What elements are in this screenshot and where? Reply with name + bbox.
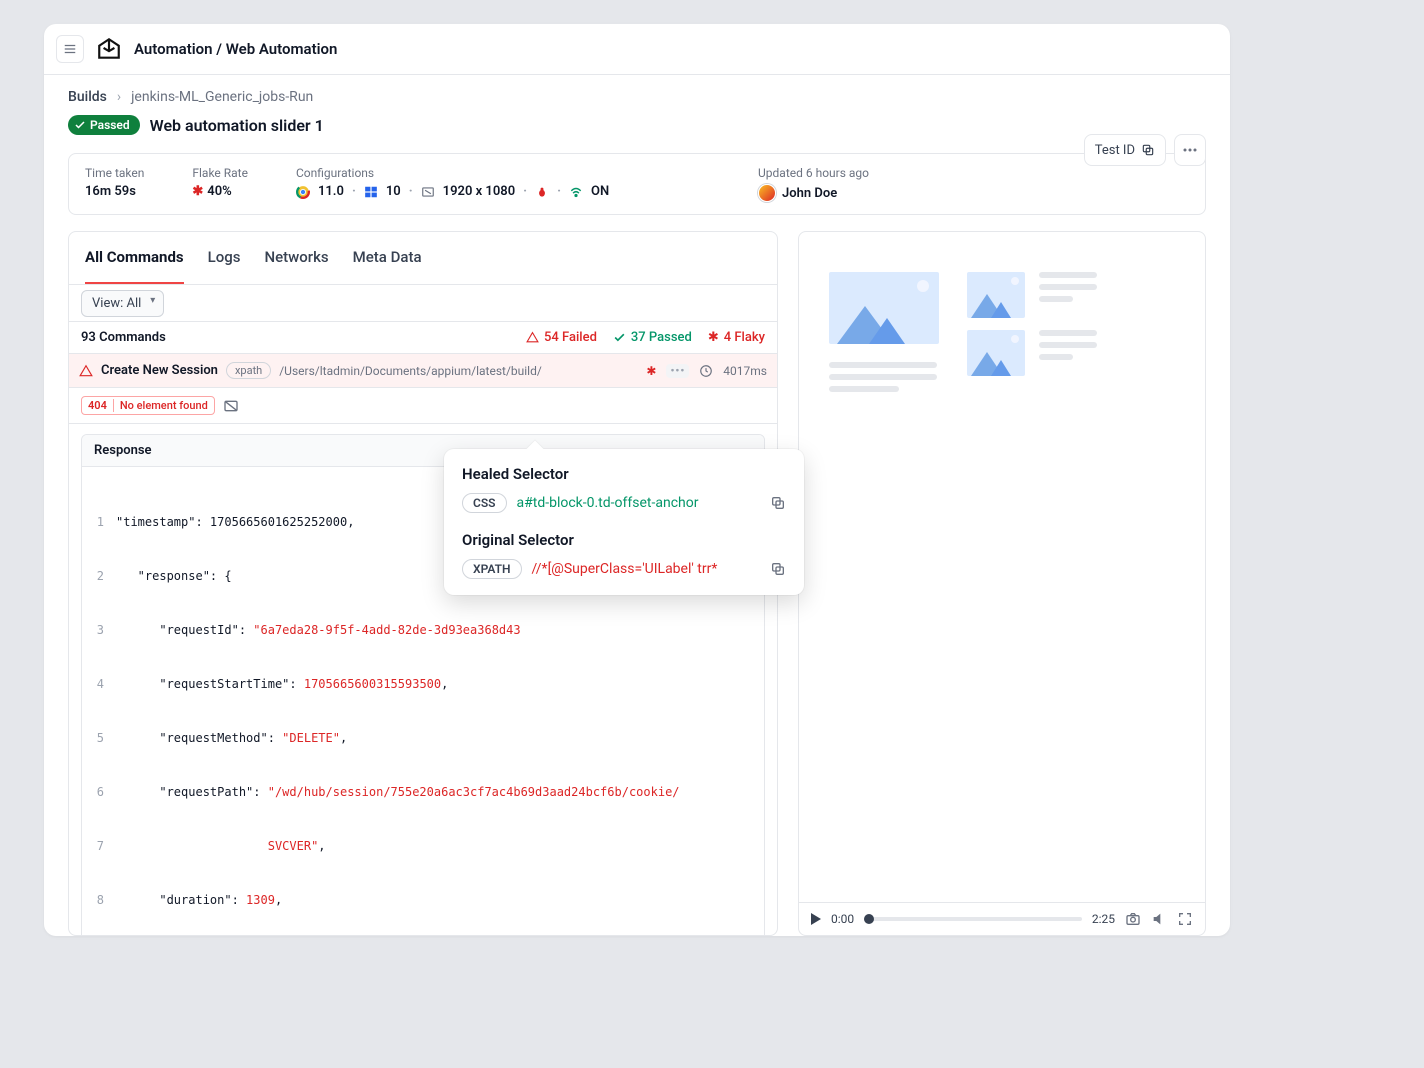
flake-rate-value: 40% xyxy=(207,184,231,199)
breadcrumb: Builds › jenkins-ML_Generic_jobs-Run xyxy=(68,89,1206,105)
header-title: Automation / Web Automation xyxy=(134,40,337,58)
selector-popover: Healed Selector CSS a#td-block-0.td-offs… xyxy=(444,449,804,595)
camera-icon[interactable] xyxy=(1125,911,1141,927)
hamburger-menu-button[interactable] xyxy=(56,35,84,63)
tabs: All Commands Logs Networks Meta Data xyxy=(69,232,777,285)
row-menu-button[interactable]: ••• xyxy=(666,364,689,378)
snowflake-icon: ✱ xyxy=(192,184,203,199)
resolution-value: 1920 x 1080 xyxy=(443,184,515,199)
healed-selector-type: CSS xyxy=(462,493,507,513)
breadcrumb-current[interactable]: jenkins-ML_Generic_jobs-Run xyxy=(131,89,313,105)
fullscreen-icon[interactable] xyxy=(1177,911,1193,927)
player-current-time: 0:00 xyxy=(831,912,854,926)
summary-row: 93 Commands 54 Failed 37 Passed ✱ 4 Flak… xyxy=(69,321,777,354)
command-path: /Users/ltadmin/Documents/appium/latest/b… xyxy=(279,364,638,378)
original-selector-title: Original Selector xyxy=(462,531,786,549)
error-badge: 404 No element found xyxy=(81,396,215,415)
windows-icon xyxy=(364,185,378,199)
configs-card: Time taken 16m 59s Flake Rate ✱ 40% Conf… xyxy=(68,153,1206,215)
time-taken-value: 16m 59s xyxy=(85,184,144,199)
view-filter-dropdown[interactable]: View: All xyxy=(81,290,164,317)
original-selector-value: //*[@SuperClass='UILabel' trr* xyxy=(532,561,718,577)
error-message: No element found xyxy=(113,399,208,412)
avatar xyxy=(758,184,776,202)
os-version: 10 xyxy=(386,184,401,199)
app-window: Automation / Web Automation Builds › jen… xyxy=(44,24,1230,936)
tab-networks[interactable]: Networks xyxy=(264,232,328,284)
header-actions: Test ID xyxy=(1084,134,1206,166)
user-name: John Doe xyxy=(782,186,837,201)
chrome-icon xyxy=(296,185,310,199)
status-badge-label: Passed xyxy=(90,118,130,132)
bug-icon xyxy=(535,185,549,199)
error-code: 404 xyxy=(88,399,107,412)
strikethrough-image-icon[interactable] xyxy=(223,398,239,414)
page-header: Builds › jenkins-ML_Generic_jobs-Run Pas… xyxy=(44,75,1230,147)
copy-icon[interactable] xyxy=(770,561,786,577)
selector-type-pill: xpath xyxy=(226,362,271,379)
page-title: Web automation slider 1 xyxy=(150,116,324,135)
breadcrumb-builds[interactable]: Builds xyxy=(68,89,107,105)
configurations-label: Configurations xyxy=(296,166,609,180)
healed-selector-title: Healed Selector xyxy=(462,465,786,483)
failed-count: 54 Failed xyxy=(526,330,597,345)
updated-label: Updated 6 hours ago xyxy=(758,166,869,180)
topbar: Automation / Web Automation xyxy=(44,24,1230,75)
error-detail-row: 404 No element found xyxy=(69,388,777,424)
test-id-label: Test ID xyxy=(1095,143,1135,158)
copy-icon[interactable] xyxy=(770,495,786,511)
passed-count: 37 Passed xyxy=(613,330,692,345)
switch-state: ON xyxy=(591,184,609,199)
time-taken-label: Time taken xyxy=(85,166,144,180)
screenshot-thumbnail[interactable] xyxy=(967,272,1025,318)
command-list[interactable]: Create New Session xpath /Users/ltadmin/… xyxy=(69,354,777,935)
volume-icon[interactable] xyxy=(1151,911,1167,927)
flaky-count: ✱ 4 Flaky xyxy=(708,330,765,345)
screenshot-thumbnail[interactable] xyxy=(967,330,1025,376)
test-id-button[interactable]: Test ID xyxy=(1084,134,1166,166)
wifi-icon xyxy=(569,185,583,199)
player-timeline[interactable] xyxy=(864,917,1082,921)
play-button[interactable] xyxy=(811,913,821,925)
tab-all-commands[interactable]: All Commands xyxy=(85,232,184,284)
logo-icon xyxy=(96,36,122,62)
screenshot-thumbnail[interactable] xyxy=(829,272,939,344)
chevron-right-icon: › xyxy=(117,89,121,105)
snowflake-icon: ✱ xyxy=(646,364,656,378)
configurations-row: 11.0 · 10 · 1920 x 1080 · · xyxy=(296,184,609,199)
original-selector-type: XPATH xyxy=(462,559,522,579)
screenshot-panel: 0:00 2:25 xyxy=(798,231,1206,936)
more-menu-button[interactable] xyxy=(1174,134,1206,166)
command-name: Create New Session xyxy=(101,363,218,378)
player-total-time: 2:25 xyxy=(1092,912,1115,926)
clock-icon xyxy=(699,364,713,378)
browser-version: 11.0 xyxy=(318,184,344,199)
resolution-icon xyxy=(421,185,435,199)
command-row-expanded[interactable]: Create New Session xpath /Users/ltadmin/… xyxy=(69,354,777,388)
healed-selector-value: a#td-block-0.td-offset-anchor xyxy=(517,495,699,511)
status-badge: Passed xyxy=(68,115,140,135)
copy-icon xyxy=(1141,143,1155,157)
tab-meta[interactable]: Meta Data xyxy=(353,232,422,284)
commands-count: 93 Commands xyxy=(81,330,166,345)
command-duration: 4017ms xyxy=(723,364,767,378)
tab-logs[interactable]: Logs xyxy=(208,232,241,284)
screenshots-area xyxy=(799,232,1205,902)
warning-icon xyxy=(79,364,93,378)
snowflake-icon: ✱ xyxy=(708,330,719,345)
video-player: 0:00 2:25 xyxy=(799,902,1205,935)
flake-rate-label: Flake Rate xyxy=(192,166,248,180)
